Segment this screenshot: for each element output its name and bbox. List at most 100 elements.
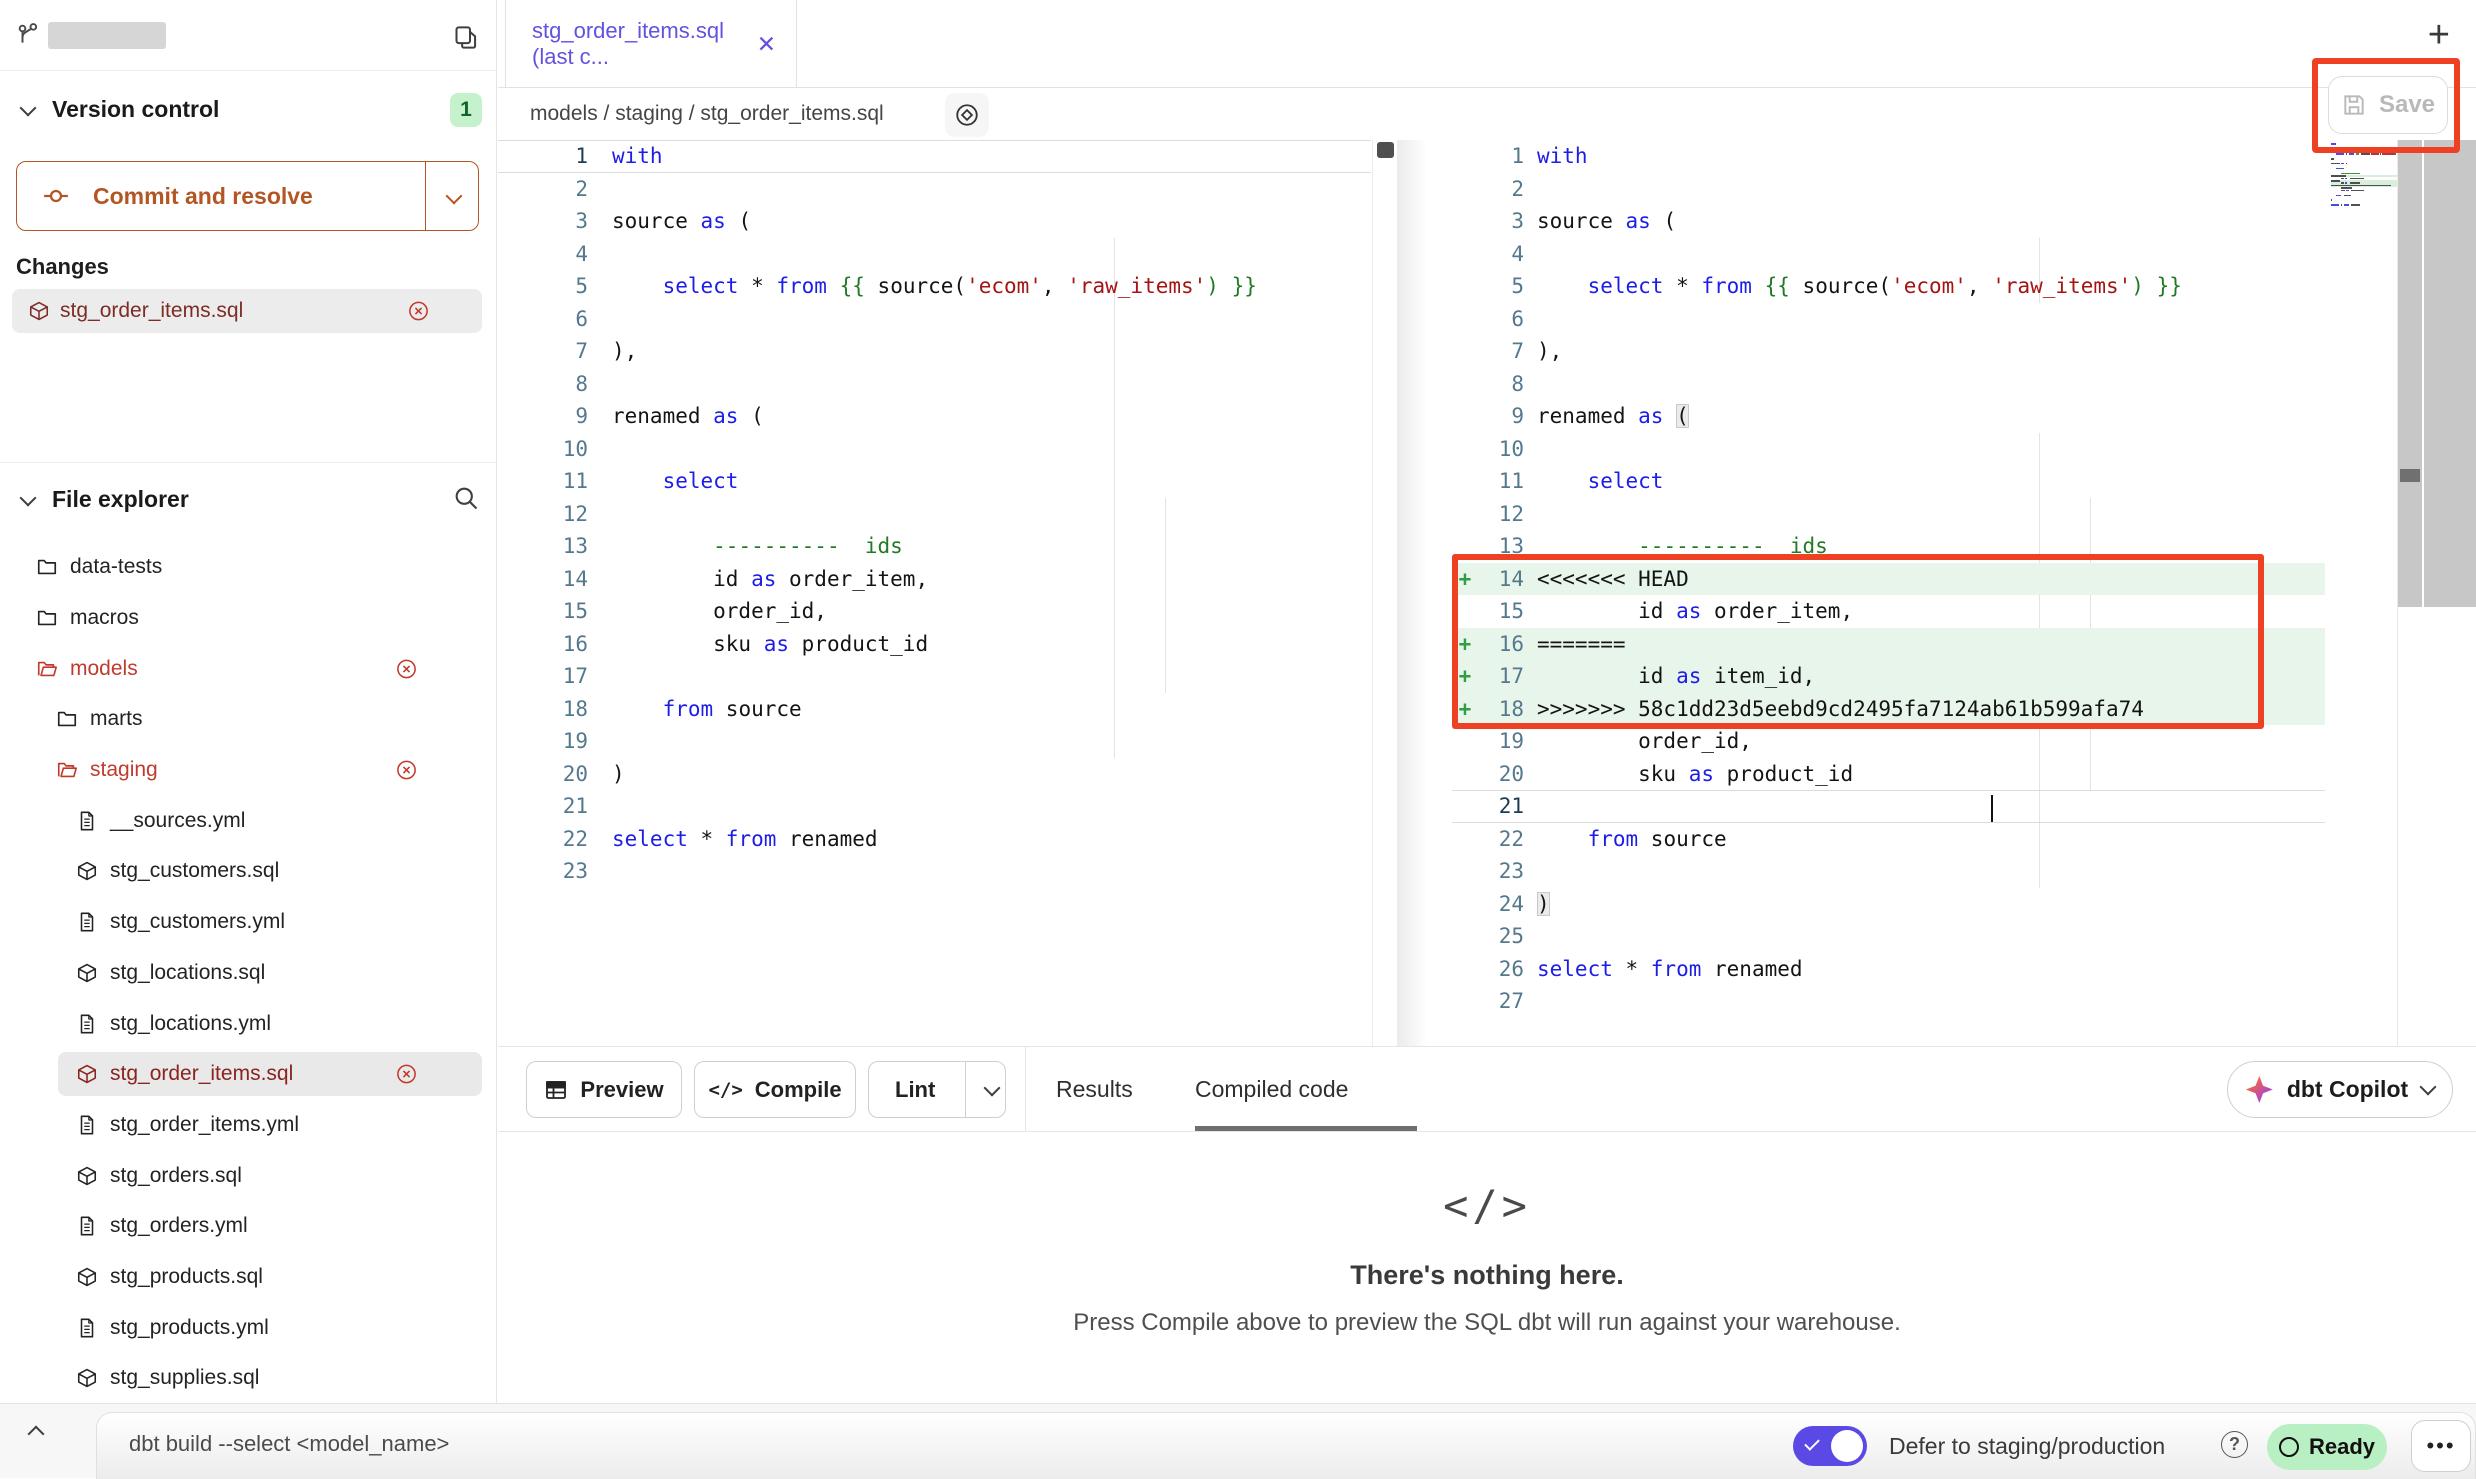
file-tree-item-stg-customers-sql[interactable]: stg_customers.sql: [0, 846, 497, 897]
command-bar-collapse-icon[interactable]: [28, 1426, 45, 1443]
code-line[interactable]: 22 from source: [1452, 823, 2325, 856]
code-line[interactable]: 2: [498, 173, 1371, 206]
code-line[interactable]: 21: [1452, 790, 2325, 823]
code-line[interactable]: 15 order_id,: [498, 595, 1371, 628]
code-line[interactable]: 27: [1452, 985, 2325, 1018]
minimap-slider-strip[interactable]: [2424, 140, 2476, 607]
defer-toggle[interactable]: [1793, 1426, 1867, 1466]
more-options-button[interactable]: •••: [2411, 1420, 2471, 1472]
code-line[interactable]: 25: [1452, 920, 2325, 953]
commit-options-chevron-icon[interactable]: [446, 188, 463, 205]
file-tree-item-data-tests[interactable]: data-tests: [0, 542, 497, 593]
file-tree-item-stg-order-items-yml[interactable]: stg_order_items.yml: [0, 1100, 497, 1151]
code-line[interactable]: 13 ---------- ids: [498, 530, 1371, 563]
changed-file-row[interactable]: stg_order_items.sql: [12, 289, 482, 333]
code-line[interactable]: 22select * from renamed: [498, 823, 1371, 856]
new-tab-button[interactable]: +: [2428, 16, 2450, 54]
compile-button[interactable]: </> Compile: [694, 1061, 856, 1118]
code-line[interactable]: 15 id as order_item,: [1452, 595, 2325, 628]
code-line[interactable]: 2: [1452, 173, 2325, 206]
code-line[interactable]: 26select * from renamed: [1452, 953, 2325, 986]
code-line[interactable]: 3source as (: [1452, 205, 2325, 238]
lint-options-chevron-icon[interactable]: [983, 1079, 1000, 1096]
code-line[interactable]: 23: [498, 855, 1371, 888]
code-line[interactable]: 11 select: [498, 465, 1371, 498]
code-line[interactable]: 9renamed as (: [498, 400, 1371, 433]
code-line[interactable]: 5 select * from {{ source('ecom', 'raw_i…: [498, 270, 1371, 303]
file-explorer-collapse-icon[interactable]: [20, 490, 37, 507]
file-tree-item-stg-orders-yml[interactable]: stg_orders.yml: [0, 1201, 497, 1252]
file-tree-item-stg-locations-sql[interactable]: stg_locations.sql: [0, 948, 497, 999]
conflict-badge-icon[interactable]: [395, 759, 418, 782]
code-line[interactable]: 11 select: [1452, 465, 2325, 498]
code-line[interactable]: 1with: [1452, 140, 2325, 173]
file-tree-item--sources-yml[interactable]: __sources.yml: [0, 795, 497, 846]
code-line[interactable]: 21: [498, 790, 1371, 823]
lint-button[interactable]: Lint: [868, 1061, 1006, 1118]
conflict-badge-icon[interactable]: [395, 657, 418, 680]
code-line[interactable]: +18>>>>>>> 58c1dd23d5eebd9cd2495fa7124ab…: [1452, 693, 2325, 726]
code-line[interactable]: 12: [498, 498, 1371, 531]
code-line[interactable]: 17: [498, 660, 1371, 693]
dbt-copilot-button[interactable]: dbt Copilot: [2227, 1061, 2453, 1118]
tab-compiled-code[interactable]: Compiled code: [1195, 1047, 1348, 1131]
code-line[interactable]: +16=======: [1452, 628, 2325, 661]
code-line[interactable]: 4: [1452, 238, 2325, 271]
left-pane-scrollbar[interactable]: [1372, 140, 1397, 1046]
conflict-badge-icon[interactable]: [407, 300, 430, 323]
tab-stg-order-items[interactable]: stg_order_items.sql (last c... ✕: [505, 0, 797, 88]
file-tree-item-stg-customers-yml[interactable]: stg_customers.yml: [0, 897, 497, 948]
code-line[interactable]: 18 from source: [498, 693, 1371, 726]
code-line[interactable]: 8: [498, 368, 1371, 401]
minimap[interactable]: [2331, 143, 2397, 213]
file-tree-item-stg-orders-sql[interactable]: stg_orders.sql: [0, 1150, 497, 1201]
save-button[interactable]: Save: [2328, 76, 2448, 134]
code-line[interactable]: 10: [1452, 433, 2325, 466]
code-line[interactable]: 4: [498, 238, 1371, 271]
file-tree-item-stg-order-items-sql[interactable]: stg_order_items.sql: [0, 1049, 497, 1100]
code-line[interactable]: 16 sku as product_id: [498, 628, 1371, 661]
code-line[interactable]: 8: [1452, 368, 2325, 401]
file-tree-item-marts[interactable]: marts: [0, 694, 497, 745]
search-icon[interactable]: [452, 484, 480, 512]
code-line[interactable]: 19 order_id,: [1452, 725, 2325, 758]
commit-and-resolve-button[interactable]: Commit and resolve: [16, 161, 479, 231]
file-tree-item-stg-products-yml[interactable]: stg_products.yml: [0, 1302, 497, 1353]
file-tree-item-models[interactable]: models: [0, 643, 497, 694]
preview-button[interactable]: Preview: [526, 1061, 682, 1118]
code-line[interactable]: 13 ---------- ids: [1452, 530, 2325, 563]
code-line[interactable]: 14 id as order_item,: [498, 563, 1371, 596]
code-line[interactable]: 5 select * from {{ source('ecom', 'raw_i…: [1452, 270, 2325, 303]
code-line[interactable]: 20 sku as product_id: [1452, 758, 2325, 791]
code-line[interactable]: 6: [1452, 303, 2325, 336]
file-tree-item-macros[interactable]: macros: [0, 593, 497, 644]
tab-close-icon[interactable]: ✕: [757, 31, 776, 58]
right-scrollbar-thumb[interactable]: [2400, 469, 2420, 482]
code-line[interactable]: +14<<<<<<< HEAD: [1452, 563, 2325, 596]
file-tree-item-stg-products-sql[interactable]: stg_products.sql: [0, 1252, 497, 1303]
file-tree-item-staging[interactable]: staging: [0, 745, 497, 796]
right-pane-scrollbar[interactable]: [2398, 140, 2422, 607]
code-line[interactable]: +17 id as item_id,: [1452, 660, 2325, 693]
help-icon[interactable]: ?: [2221, 1431, 2248, 1458]
code-line[interactable]: 10: [498, 433, 1371, 466]
code-line[interactable]: 12: [1452, 498, 2325, 531]
tab-results[interactable]: Results: [1056, 1047, 1133, 1131]
copy-icon[interactable]: [452, 24, 479, 51]
code-line[interactable]: 23: [1452, 855, 2325, 888]
code-line[interactable]: 20): [498, 758, 1371, 791]
left-scrollbar-thumb[interactable]: [1377, 142, 1394, 158]
version-control-collapse-icon[interactable]: [20, 100, 37, 117]
code-line[interactable]: 7),: [1452, 335, 2325, 368]
code-pane-last-commit[interactable]: 1with23source as (45 select * from {{ so…: [498, 140, 1371, 888]
command-input[interactable]: dbt build --select <model_name> Defer to…: [96, 1412, 2476, 1479]
conflict-badge-icon[interactable]: [395, 1063, 418, 1086]
code-line[interactable]: 24): [1452, 888, 2325, 921]
file-tree-item-stg-supplies-sql[interactable]: stg_supplies.sql: [0, 1353, 497, 1403]
lineage-button[interactable]: [945, 93, 989, 137]
file-tree-item-stg-locations-yml[interactable]: stg_locations.yml: [0, 998, 497, 1049]
code-line[interactable]: 19: [498, 725, 1371, 758]
code-line[interactable]: 7),: [498, 335, 1371, 368]
code-pane-current[interactable]: 1with23source as (45 select * from {{ so…: [1452, 140, 2325, 1018]
code-line[interactable]: 9renamed as (: [1452, 400, 2325, 433]
